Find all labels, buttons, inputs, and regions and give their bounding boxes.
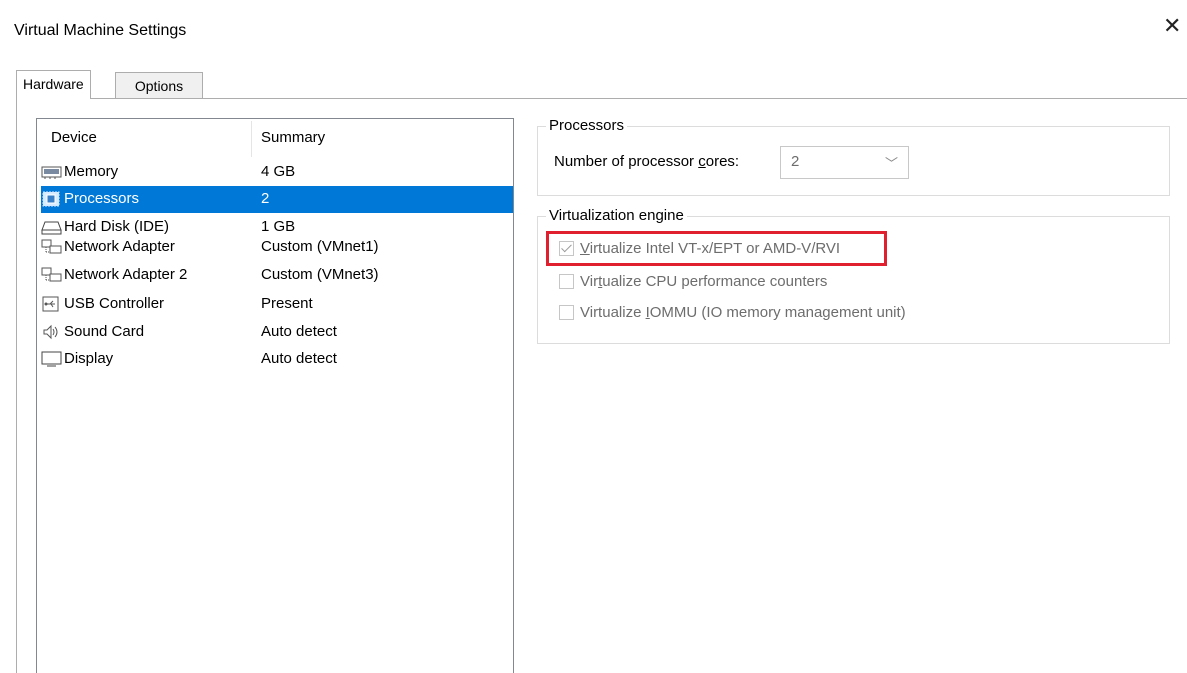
device-summary: Auto detect — [261, 350, 337, 367]
device-name: Sound Card — [64, 323, 145, 340]
device-row-display[interactable]: Display Auto detect — [41, 346, 513, 373]
device-row-memory[interactable]: Memory 4 GB — [41, 159, 513, 186]
tab-panel-border — [16, 98, 1187, 99]
close-icon[interactable]: ✕ — [1163, 15, 1181, 37]
device-summary: 1 GB — [261, 218, 296, 235]
tab-hardware[interactable]: Hardware — [16, 70, 91, 99]
virtualize-cpu-counters-checkbox[interactable]: Virtualize CPU performance counters — [559, 273, 827, 290]
device-row-usb-controller[interactable]: USB Controller Present — [41, 291, 513, 318]
device-name: USB Controller — [64, 295, 165, 312]
processors-group-title: Processors — [546, 117, 628, 134]
device-name: Network Adapter 2 — [64, 266, 188, 283]
processor-icon — [41, 191, 63, 207]
tab-bar: Hardware Options — [16, 70, 1187, 99]
network-adapter-icon — [41, 267, 63, 283]
checkbox-label: Virtualize CPU performance counters — [580, 273, 828, 290]
column-header-summary[interactable]: Summary — [261, 129, 325, 146]
device-summary: Custom (VMnet3) — [261, 266, 379, 283]
device-summary: 4 GB — [261, 163, 296, 180]
device-summary: 2 — [261, 190, 270, 207]
device-row-network-adapter-2[interactable]: Network Adapter 2 Custom (VMnet3) — [41, 262, 513, 289]
device-name: Memory — [64, 163, 119, 180]
device-row-network-adapter[interactable]: Network Adapter Custom (VMnet1) — [41, 234, 513, 261]
device-summary: Auto detect — [261, 323, 337, 340]
processor-cores-value: 2 — [791, 153, 800, 170]
column-header-device[interactable]: Device — [51, 129, 97, 146]
checkbox-unchecked[interactable] — [559, 305, 574, 320]
window-title: Virtual Machine Settings — [14, 22, 187, 39]
device-row-sound-card[interactable]: Sound Card Auto detect — [41, 319, 513, 346]
device-row-processors[interactable]: Processors 2 — [41, 186, 513, 213]
tab-panel-left-border — [16, 98, 17, 673]
processor-cores-label: Number of processor cores: — [554, 153, 740, 170]
chevron-down-icon: ﹀ — [884, 156, 898, 171]
device-summary: Custom (VMnet1) — [261, 238, 379, 255]
device-list[interactable]: Device Summary Memory 4 GB Processors 2 … — [36, 118, 514, 673]
hard-disk-icon — [41, 219, 63, 235]
virtualize-iommu-checkbox[interactable]: Virtualize IOMMU (IO memory management u… — [559, 304, 906, 321]
sound-card-icon — [41, 324, 63, 340]
device-name: Display — [64, 350, 114, 367]
checkbox-label: Virtualize IOMMU (IO memory management u… — [580, 304, 906, 321]
device-summary: Present — [261, 295, 313, 312]
device-name: Processors — [64, 190, 140, 207]
checkbox-unchecked[interactable] — [559, 274, 574, 289]
column-separator[interactable] — [251, 121, 252, 157]
annotation-highlight-box — [546, 231, 887, 266]
memory-icon — [41, 164, 63, 180]
processor-cores-dropdown[interactable]: 2 ﹀ — [780, 146, 909, 179]
usb-icon — [41, 296, 63, 312]
virtualization-group-title: Virtualization engine — [546, 207, 687, 224]
device-name: Network Adapter — [64, 238, 175, 255]
display-icon — [41, 351, 63, 367]
tab-options[interactable]: Options — [115, 72, 203, 98]
device-name: Hard Disk (IDE) — [64, 218, 170, 235]
network-adapter-icon — [41, 239, 63, 255]
